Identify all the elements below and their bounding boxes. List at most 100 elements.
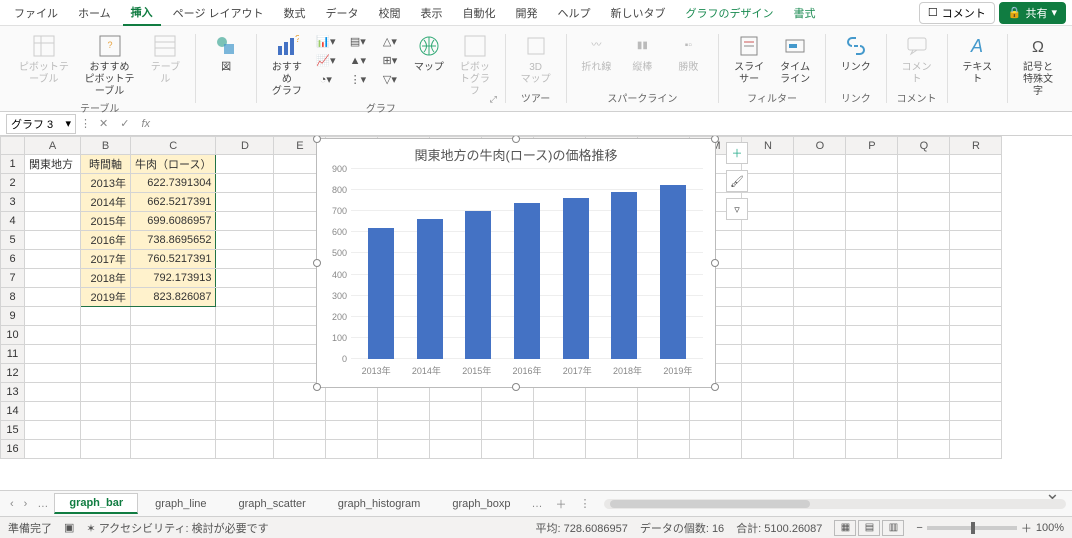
share-button[interactable]: 🔒 共有 ▾ [999, 2, 1066, 24]
cell[interactable] [81, 307, 131, 326]
cell[interactable] [81, 364, 131, 383]
col-header[interactable]: P [846, 137, 898, 155]
cell[interactable] [742, 364, 794, 383]
cell[interactable] [742, 307, 794, 326]
cell[interactable] [898, 307, 950, 326]
cell[interactable] [25, 383, 81, 402]
sheet-nav-prev[interactable]: ‹ [6, 498, 18, 510]
accessibility-status[interactable]: ✶ アクセシビリティ: 検討が必要です [86, 520, 268, 536]
row-header[interactable]: 13 [1, 383, 25, 402]
cell[interactable] [25, 269, 81, 288]
cell[interactable] [898, 174, 950, 193]
slicer-button[interactable]: スライサー [729, 30, 769, 88]
cell[interactable] [846, 421, 898, 440]
cell[interactable] [216, 345, 274, 364]
cell[interactable]: 時間軸 [81, 155, 131, 174]
cell[interactable] [131, 364, 216, 383]
menu-help[interactable]: ヘルプ [550, 1, 599, 25]
cell[interactable] [742, 193, 794, 212]
macro-rec-icon[interactable]: ▣ [64, 521, 74, 534]
cell[interactable] [216, 421, 274, 440]
resize-handle[interactable] [711, 259, 719, 267]
cell[interactable] [638, 440, 690, 459]
name-box[interactable]: グラフ 3▾ [6, 114, 76, 134]
link-button[interactable]: リンク [836, 30, 876, 76]
cell[interactable] [534, 421, 586, 440]
cell[interactable] [846, 383, 898, 402]
symbol-button[interactable]: Ω記号と 特殊文字 [1018, 30, 1058, 100]
menu-insert[interactable]: 挿入 [123, 0, 161, 26]
cell[interactable] [586, 421, 638, 440]
scatter-chart-icon[interactable]: ⋮▾ [345, 70, 371, 88]
spark-line-button[interactable]: 〰折れ線 [576, 30, 616, 76]
cell[interactable] [846, 174, 898, 193]
cell[interactable] [274, 440, 326, 459]
new-sheet-button[interactable]: ＋ [548, 495, 573, 513]
cell[interactable] [846, 288, 898, 307]
cell[interactable] [25, 440, 81, 459]
funnel-chart-icon[interactable]: ▽▾ [377, 70, 403, 88]
cell[interactable] [742, 326, 794, 345]
cell[interactable] [690, 440, 742, 459]
cell[interactable] [326, 421, 378, 440]
cell[interactable] [25, 402, 81, 421]
cell[interactable] [846, 307, 898, 326]
namebox-dots[interactable]: ⋮ [80, 117, 91, 130]
cell[interactable] [378, 402, 430, 421]
sheet-nav-more[interactable]: … [33, 498, 52, 510]
view-pagebreak-icon[interactable]: ▥ [882, 520, 904, 536]
cell[interactable] [742, 402, 794, 421]
cell[interactable] [846, 364, 898, 383]
bar-chart-icon[interactable]: ▤▾ [345, 32, 371, 50]
enter-icon[interactable]: ✓ [116, 117, 133, 130]
cell[interactable] [846, 155, 898, 174]
formula-input[interactable] [158, 115, 1066, 133]
cell[interactable] [846, 269, 898, 288]
menu-newtab[interactable]: 新しいタブ [603, 1, 674, 25]
cell[interactable] [216, 269, 274, 288]
cell[interactable] [898, 288, 950, 307]
cell[interactable] [794, 345, 846, 364]
cell[interactable] [950, 269, 1002, 288]
chart-bar[interactable] [611, 192, 637, 359]
cell[interactable] [131, 307, 216, 326]
col-header[interactable]: D [216, 137, 274, 155]
cell[interactable] [131, 326, 216, 345]
resize-handle[interactable] [313, 259, 321, 267]
row-header[interactable]: 11 [1, 345, 25, 364]
chart-styles-button[interactable]: 🖌 [726, 170, 748, 192]
cell[interactable]: 760.5217391 [131, 250, 216, 269]
cell[interactable] [216, 193, 274, 212]
menu-chartdesign[interactable]: グラフのデザイン [678, 1, 782, 25]
cell[interactable] [25, 345, 81, 364]
cell[interactable] [742, 345, 794, 364]
cell[interactable] [81, 440, 131, 459]
chart-elements-button[interactable]: ＋ [726, 142, 748, 164]
cell[interactable] [690, 421, 742, 440]
row-header[interactable]: 5 [1, 231, 25, 250]
col-header[interactable]: O [794, 137, 846, 155]
row-header[interactable]: 6 [1, 250, 25, 269]
cell[interactable] [482, 421, 534, 440]
cell[interactable] [950, 364, 1002, 383]
cell[interactable] [81, 345, 131, 364]
cell[interactable] [898, 345, 950, 364]
cell[interactable] [25, 212, 81, 231]
map-chart-button[interactable]: マップ [409, 30, 449, 76]
charts-dialog-launcher[interactable]: ⤢ [490, 94, 497, 105]
menu-review[interactable]: 校閲 [371, 1, 409, 25]
cell[interactable] [274, 421, 326, 440]
cell[interactable]: 2018年 [81, 269, 131, 288]
cell[interactable] [131, 402, 216, 421]
pivot-chart-button[interactable]: ピボットグラフ [455, 30, 495, 100]
cell[interactable] [216, 212, 274, 231]
cell[interactable] [898, 383, 950, 402]
cell[interactable] [794, 231, 846, 250]
menu-file[interactable]: ファイル [6, 1, 66, 25]
cell[interactable] [950, 212, 1002, 231]
cell[interactable] [274, 402, 326, 421]
cell[interactable] [216, 231, 274, 250]
col-header[interactable]: N [742, 137, 794, 155]
row-header[interactable]: 15 [1, 421, 25, 440]
cell[interactable] [216, 250, 274, 269]
